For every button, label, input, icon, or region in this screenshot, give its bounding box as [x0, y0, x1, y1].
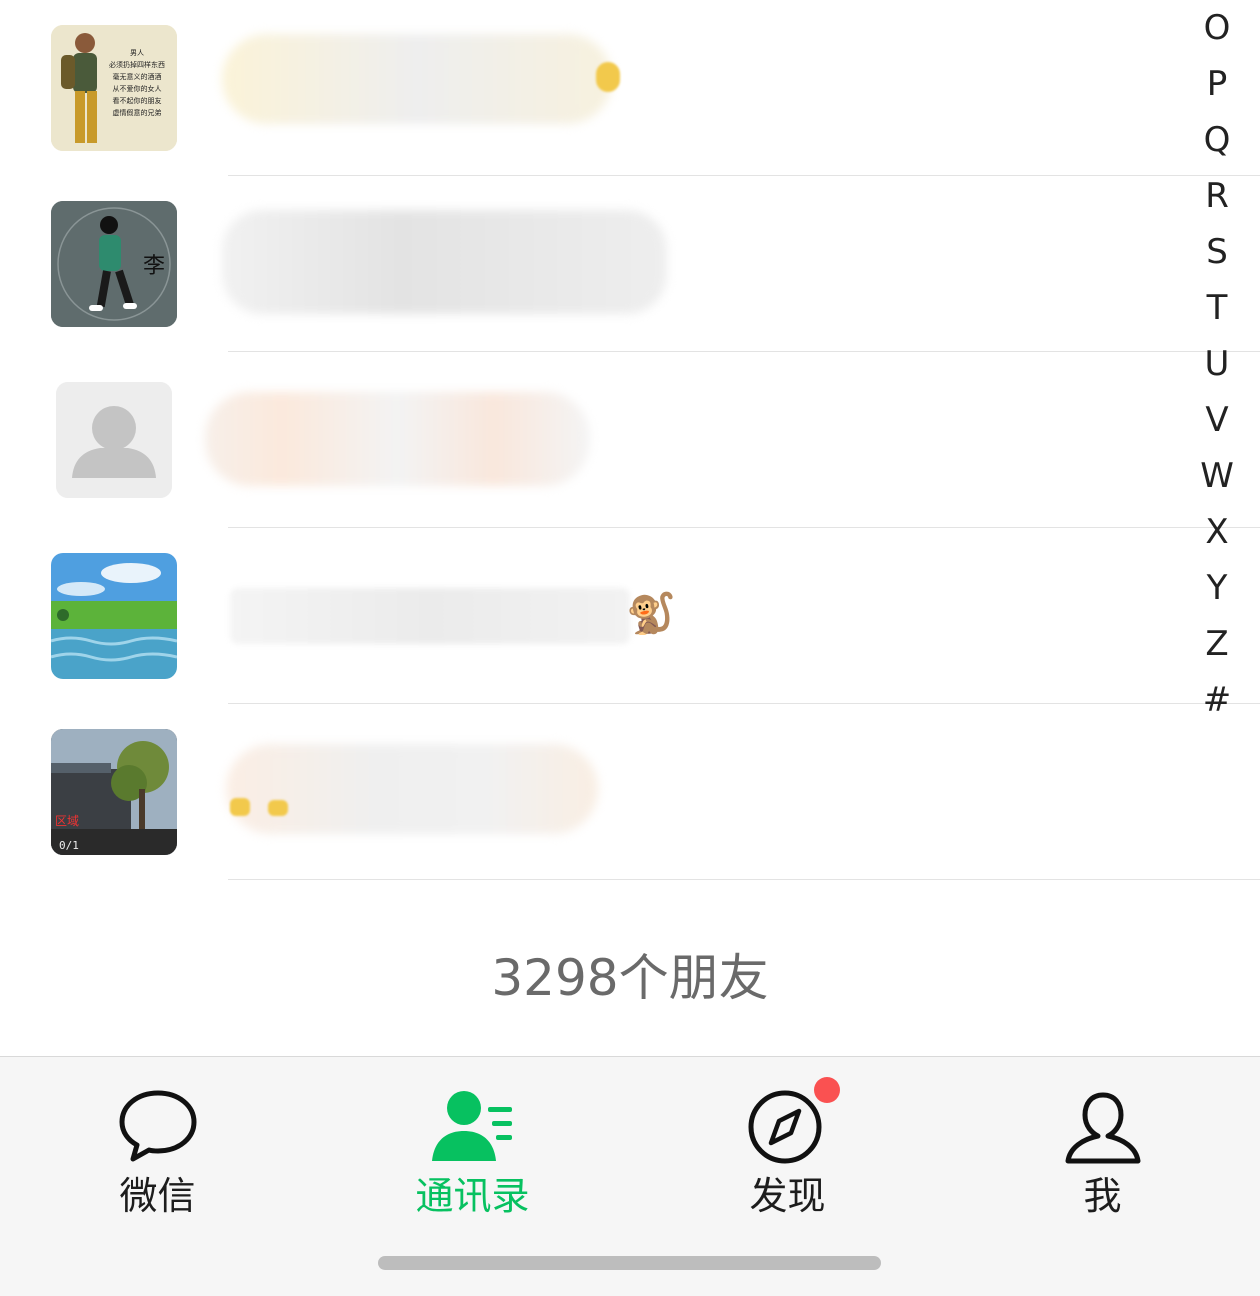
tab-label: 我	[1083, 1174, 1122, 1218]
index-letter[interactable]: O	[1192, 0, 1242, 56]
contacts-icon	[431, 1091, 512, 1161]
avatar-text: 0/1	[59, 839, 79, 852]
contact-list: 男人 必须扔掉四样东西 毫无意义的酒酒 从不爱你的女人 看不起你的朋友 虚情假意…	[0, 0, 1260, 880]
chat-bubble-icon	[119, 1090, 196, 1162]
contact-row[interactable]: 李	[0, 176, 1260, 352]
tab-me[interactable]: 我	[945, 1057, 1260, 1247]
contact-row[interactable]: 区域 0/1	[0, 704, 1260, 880]
avatar-text: 区域	[55, 814, 79, 828]
tab-label: 微信	[119, 1174, 196, 1218]
index-letter[interactable]: Y	[1192, 560, 1242, 616]
avatar-text: 虚情假意的兄弟	[113, 108, 162, 117]
contact-avatar	[56, 382, 172, 498]
index-letter[interactable]: U	[1192, 336, 1242, 392]
alphabet-index[interactable]: O P Q R S T U V W X Y Z #	[1192, 0, 1242, 728]
tab-discover[interactable]: 发现	[630, 1057, 945, 1247]
contact-name-redacted	[226, 744, 598, 834]
contact-avatar: 李	[51, 201, 177, 327]
friend-count: 3298个朋友	[491, 949, 769, 1007]
person-icon	[1065, 1092, 1140, 1164]
avatar-image: 李	[51, 201, 177, 327]
index-letter[interactable]: X	[1192, 504, 1242, 560]
index-letter[interactable]: T	[1192, 280, 1242, 336]
emoji-fragment	[596, 62, 620, 92]
contact-avatar: 区域 0/1	[51, 729, 177, 855]
index-letter[interactable]: V	[1192, 392, 1242, 448]
avatar-text: 看不起你的朋友	[113, 96, 162, 105]
contact-name-redacted	[222, 34, 612, 124]
avatar-image: 男人 必须扔掉四样东西 毫无意义的酒酒 从不爱你的女人 看不起你的朋友 虚情假意…	[51, 25, 177, 151]
contact-row[interactable]: 男人 必须扔掉四样东西 毫无意义的酒酒 从不爱你的女人 看不起你的朋友 虚情假意…	[0, 0, 1260, 176]
index-letter[interactable]: S	[1192, 224, 1242, 280]
index-letter[interactable]: Z	[1192, 616, 1242, 672]
contact-row[interactable]	[0, 352, 1260, 528]
avatar-text: 男人	[130, 49, 144, 57]
avatar-text: 必须扔掉四样东西	[109, 60, 165, 69]
index-letter[interactable]: R	[1192, 168, 1242, 224]
tab-chats[interactable]: 微信	[0, 1057, 315, 1247]
contact-name-redacted	[205, 392, 590, 486]
index-letter[interactable]: #	[1192, 672, 1242, 728]
contact-name-redacted	[222, 210, 667, 314]
index-letter[interactable]: P	[1192, 56, 1242, 112]
contact-avatar: 男人 必须扔掉四样东西 毫无意义的酒酒 从不爱你的女人 看不起你的朋友 虚情假意…	[51, 25, 177, 151]
contact-name-redacted	[230, 588, 630, 644]
emoji-fragment	[230, 798, 250, 816]
index-letter[interactable]: Q	[1192, 112, 1242, 168]
home-indicator[interactable]	[378, 1256, 881, 1270]
contact-avatar	[51, 553, 177, 679]
avatar-text: 从不爱你的女人	[113, 84, 162, 93]
emoji-fragment	[268, 800, 288, 816]
row-divider	[228, 879, 1260, 880]
default-avatar-icon	[56, 382, 172, 498]
monkey-emoji: 🐒	[626, 591, 676, 637]
discover-badge-dot	[814, 1077, 840, 1103]
tab-label: 发现	[749, 1174, 826, 1218]
avatar-image: 区域 0/1	[51, 729, 177, 855]
index-letter[interactable]: W	[1192, 448, 1242, 504]
tab-contacts[interactable]: 通讯录	[315, 1057, 630, 1247]
tab-label: 通讯录	[415, 1174, 530, 1218]
avatar-text: 李	[143, 254, 165, 279]
avatar-text: 毫无意义的酒酒	[113, 72, 162, 81]
contact-row[interactable]: 🐒	[0, 528, 1260, 704]
avatar-image	[51, 553, 177, 679]
